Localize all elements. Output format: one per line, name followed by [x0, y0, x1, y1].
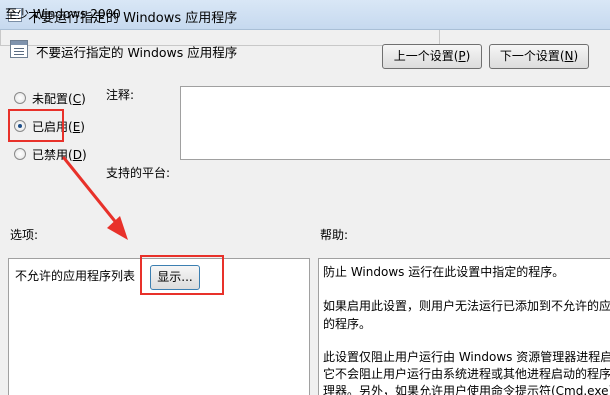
annotation-arrow [62, 156, 128, 240]
